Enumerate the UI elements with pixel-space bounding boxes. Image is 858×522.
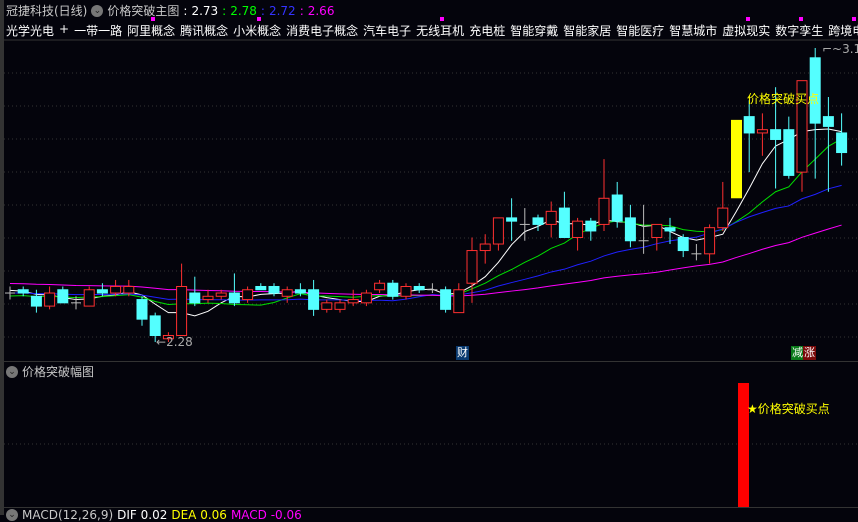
candle-body bbox=[30, 295, 42, 307]
candle-body bbox=[347, 299, 359, 304]
candle-body bbox=[136, 299, 148, 320]
candle-body bbox=[677, 236, 689, 252]
candle-body bbox=[532, 217, 544, 225]
candle-body bbox=[572, 220, 584, 238]
candle-body bbox=[83, 289, 95, 307]
candle-body bbox=[189, 292, 201, 304]
candle-body bbox=[413, 285, 425, 291]
candle-body bbox=[281, 289, 293, 297]
ma5-line bbox=[9, 128, 842, 317]
candle-body bbox=[215, 292, 227, 297]
high-price-value: 3.18 bbox=[842, 42, 858, 56]
candle-body bbox=[492, 217, 504, 245]
candle-body bbox=[506, 217, 518, 222]
finance-badge[interactable]: 财 bbox=[456, 346, 469, 360]
candle-body bbox=[611, 194, 623, 222]
candle-body bbox=[321, 302, 333, 310]
candle-body bbox=[770, 129, 782, 140]
candle-body bbox=[242, 289, 254, 301]
candle-body bbox=[110, 285, 122, 294]
candle-body bbox=[57, 289, 69, 304]
sub-panel-title[interactable]: 价格突破幅图 bbox=[22, 363, 94, 380]
candle-body bbox=[294, 289, 306, 294]
candle-body bbox=[334, 302, 346, 310]
candle-body bbox=[176, 285, 188, 336]
macd-dea: DEA 0.06 bbox=[171, 508, 227, 522]
candle-body bbox=[202, 295, 214, 301]
candle-body bbox=[664, 227, 676, 232]
candle-body bbox=[268, 285, 280, 294]
candle-body bbox=[756, 129, 768, 134]
signal-candle bbox=[731, 119, 742, 199]
collapse-chevron-icon[interactable]: ⌄ bbox=[6, 365, 18, 378]
low-price-value: 2.28 bbox=[166, 335, 193, 349]
candle-body bbox=[44, 292, 56, 307]
candle-body bbox=[466, 250, 478, 284]
candle-body bbox=[453, 289, 465, 314]
candle-body bbox=[717, 207, 729, 229]
candle-body bbox=[743, 116, 755, 134]
sub-panel-header: ⌄ 价格突破幅图 bbox=[6, 363, 94, 380]
candle-body bbox=[255, 285, 267, 291]
macd-header: ⌄ MACD(12,26,9) DIF 0.02 DEA 0.06 MACD -… bbox=[6, 508, 302, 522]
candle-body bbox=[308, 289, 320, 310]
macd-title[interactable]: MACD(12,26,9) bbox=[22, 508, 113, 522]
ma10-line bbox=[9, 138, 842, 306]
signal-label: 价格突破买点 bbox=[747, 92, 820, 106]
candle-body bbox=[228, 292, 240, 304]
candle-body bbox=[624, 217, 636, 242]
candle-body bbox=[545, 210, 557, 225]
candle-body bbox=[822, 116, 834, 127]
ma20-line bbox=[10, 184, 842, 302]
candle-body bbox=[836, 132, 848, 154]
collapse-chevron-icon[interactable]: ⌄ bbox=[6, 509, 18, 521]
candle-body bbox=[123, 285, 135, 294]
candle-body bbox=[704, 227, 716, 255]
candle-body bbox=[479, 243, 491, 252]
kline-chart[interactable] bbox=[0, 0, 858, 515]
candle-body bbox=[440, 289, 452, 310]
candle-body bbox=[149, 315, 161, 336]
macd-value: MACD -0.06 bbox=[230, 508, 302, 522]
candle-body bbox=[400, 285, 412, 297]
candle-body bbox=[96, 289, 108, 294]
low-price-label: ←2.28 bbox=[156, 335, 193, 349]
candle-body bbox=[387, 282, 399, 297]
candle-body bbox=[360, 292, 372, 304]
candle-body bbox=[374, 282, 386, 291]
candle-body bbox=[558, 207, 570, 238]
candle-body bbox=[598, 197, 610, 225]
high-price-label: ⌐~3.18 bbox=[822, 42, 858, 56]
sub-signal-label: ★价格突破买点 bbox=[747, 402, 830, 416]
rise-badge[interactable]: 涨 bbox=[803, 346, 816, 360]
macd-dif: DIF 0.02 bbox=[117, 508, 168, 522]
candle-body bbox=[651, 223, 663, 238]
candle-body bbox=[783, 129, 795, 176]
candle-body bbox=[585, 220, 597, 232]
panel-divider bbox=[4, 361, 858, 362]
candle-body bbox=[17, 289, 29, 294]
